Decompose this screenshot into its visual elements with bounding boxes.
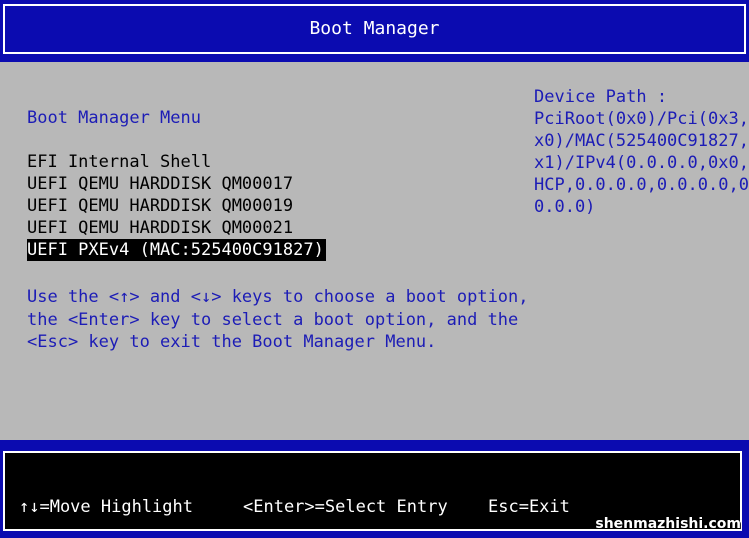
- footer-move-highlight: ↑↓=Move Highlight: [19, 497, 193, 517]
- device-path-line: x1)/IPv4(0.0.0.0,0x0,D: [534, 153, 749, 173]
- menu-title: Boot Manager Menu: [27, 108, 201, 128]
- footer-bar: ↑↓=Move Highlight <Enter>=Select Entry E…: [0, 440, 749, 538]
- device-path-panel: Device Path : PciRoot(0x0)/Pci(0x3,0 x0)…: [534, 86, 749, 218]
- watermark: shenmazhishi.com: [595, 516, 741, 532]
- title-bar: Boot Manager: [0, 0, 749, 62]
- device-path-line: 0.0.0): [534, 197, 596, 217]
- help-line: the <Enter> key to select a boot option,…: [27, 309, 519, 330]
- help-line: Use the <↑> and <↓> keys to choose a boo…: [27, 287, 529, 307]
- boot-option-harddisk-qm00019[interactable]: UEFI QEMU HARDDISK QM00019: [27, 195, 295, 217]
- device-path-heading: Device Path :: [534, 87, 668, 107]
- boot-option-list: EFI Internal Shell UEFI QEMU HARDDISK QM…: [27, 151, 326, 261]
- help-line: <Esc> key to exit the Boot Manager Menu.: [27, 332, 437, 352]
- help-text: Use the <↑> and <↓> keys to choose a boo…: [27, 286, 529, 354]
- page-title: Boot Manager: [309, 18, 440, 39]
- device-path-line: x0)/MAC(525400C91827,0: [534, 131, 749, 151]
- boot-option-efi-shell[interactable]: EFI Internal Shell: [27, 151, 213, 173]
- boot-option-harddisk-qm00017[interactable]: UEFI QEMU HARDDISK QM00017: [27, 173, 295, 195]
- device-path-line: PciRoot(0x0)/Pci(0x3,0: [534, 109, 749, 129]
- bios-screen: Boot Manager Boot Manager Menu EFI Inter…: [0, 0, 749, 538]
- main-panel: Boot Manager Menu EFI Internal Shell UEF…: [0, 62, 749, 440]
- footer-exit: Esc=Exit: [488, 497, 570, 517]
- title-frame: Boot Manager: [3, 4, 746, 54]
- footer-select-entry: <Enter>=Select Entry: [243, 497, 448, 517]
- boot-option-pxev4[interactable]: UEFI PXEv4 (MAC:525400C91827): [27, 239, 326, 261]
- device-path-line: HCP,0.0.0.0,0.0.0.0,0.: [534, 175, 749, 195]
- boot-option-harddisk-qm00021[interactable]: UEFI QEMU HARDDISK QM00021: [27, 217, 295, 239]
